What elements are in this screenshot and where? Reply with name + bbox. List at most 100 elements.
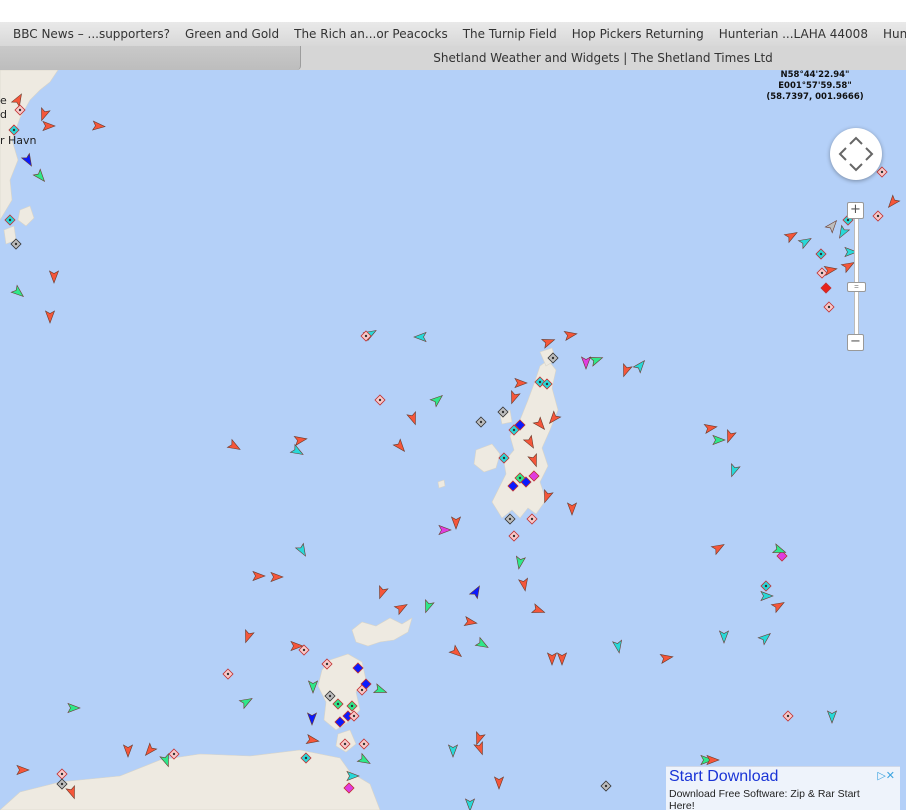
vessel-cargo-icon[interactable]: [10, 284, 26, 300]
vessel-tanker-icon[interactable]: [493, 776, 505, 790]
vessel-cargo-icon[interactable]: [32, 168, 48, 184]
bookmark-hunterian-1[interactable]: Hunterian ...LAHA 44008: [712, 27, 876, 41]
vessel-cargo-icon[interactable]: [372, 683, 388, 697]
vessel-tanker-icon[interactable]: [44, 310, 56, 324]
vessel-tanker-icon[interactable]: [226, 438, 242, 454]
map-view[interactable]: N58°44'22.94" E001°57'59.58" (58.7397, 0…: [0, 70, 906, 810]
bookmark-bbc-news[interactable]: BBC News – ...supporters?: [0, 27, 178, 41]
vessel-tug_special-icon[interactable]: [294, 542, 310, 558]
vessel-dot-icon: [530, 517, 534, 521]
map-canvas[interactable]: [0, 70, 906, 810]
vessel-tug_special-icon[interactable]: [797, 235, 813, 250]
vessel-tanker-icon[interactable]: [566, 502, 578, 516]
vessel-cargo-icon[interactable]: [356, 752, 372, 768]
vessel-tug_special-icon[interactable]: [612, 639, 624, 654]
vessel-tanker-icon[interactable]: [507, 389, 521, 405]
vessel-tanker-icon[interactable]: [563, 329, 578, 341]
pan-control[interactable]: [830, 128, 882, 180]
vessel-markers: [4, 93, 901, 810]
vessel-tug_special-icon[interactable]: [836, 224, 851, 240]
vessel-passenger-icon[interactable]: [306, 712, 318, 726]
vessel-tanker-icon[interactable]: [770, 599, 786, 614]
vessel-cargo-icon[interactable]: [421, 598, 435, 614]
vessel-tug_special-icon[interactable]: [464, 798, 476, 810]
bookmark-rich-peacocks[interactable]: The Rich an...or Peacocks: [287, 27, 456, 41]
vessel-tanker-icon[interactable]: [450, 516, 462, 530]
tab-active[interactable]: Shetland Weather and Widgets | The Shetl…: [300, 46, 906, 70]
zoom-slider-handle[interactable]: =: [847, 282, 866, 292]
vessel-tanker-icon[interactable]: [710, 541, 726, 556]
vessel-tanker-icon[interactable]: [703, 422, 718, 434]
vessel-tanker-icon[interactable]: [540, 335, 556, 349]
vessel-dot-icon: [551, 356, 555, 360]
vessel-tanker-icon[interactable]: [659, 652, 674, 664]
zoom-out-button[interactable]: −: [847, 334, 864, 351]
vessel-tanker-icon[interactable]: [448, 644, 464, 660]
zoom-slider-track[interactable]: [854, 216, 859, 344]
vessel-tanker-icon[interactable]: [473, 740, 487, 756]
vessel-tug_special-icon[interactable]: [826, 710, 838, 724]
vessel-tug_special-icon[interactable]: [289, 443, 305, 459]
vessel-tug_special-icon[interactable]: [447, 744, 459, 758]
vessel-tanker-icon[interactable]: [472, 730, 486, 746]
vessel-cargo-icon[interactable]: [588, 353, 604, 367]
vessel-tug_special-icon[interactable]: [757, 630, 773, 646]
vessel-tanker-icon[interactable]: [270, 571, 284, 583]
vessel-tanker-icon[interactable]: [885, 194, 901, 210]
vessel-tug_special-icon[interactable]: [413, 331, 427, 343]
vessel-tug_special-icon[interactable]: [632, 358, 648, 374]
vessel-tanker-icon[interactable]: [48, 270, 60, 284]
vessel-tanker-icon[interactable]: [375, 584, 389, 600]
vessel-pleasure-icon[interactable]: [438, 524, 452, 536]
vessel-tanker-icon[interactable]: [252, 570, 266, 582]
vessel-tanker-icon[interactable]: [241, 628, 255, 644]
vessel-tanker-icon[interactable]: [305, 734, 320, 746]
vessel-passenger-icon[interactable]: [20, 152, 36, 168]
vessel-dot-icon: [362, 742, 366, 746]
vessel-tanker-icon[interactable]: [91, 120, 106, 131]
vessel-tug_special-icon[interactable]: [727, 462, 741, 478]
bookmark-green-and-gold[interactable]: Green and Gold: [178, 27, 287, 41]
vessel-tanker-icon[interactable]: [514, 377, 528, 389]
vessel-tanker-icon[interactable]: [463, 616, 478, 628]
vessel-tanker-icon[interactable]: [122, 744, 134, 758]
ad-title-link[interactable]: Start Download: [669, 768, 778, 786]
vessel-tanker-icon[interactable]: [530, 603, 546, 617]
vessel-cargo-icon[interactable]: [712, 434, 726, 446]
vessel-tug_special-icon[interactable]: [718, 630, 730, 644]
vessel-tanker-icon[interactable]: [42, 120, 56, 132]
vessel-tanker-icon[interactable]: [393, 601, 409, 616]
vessel-red-stationary-icon[interactable]: [820, 282, 832, 294]
bookmark-turnip-field[interactable]: The Turnip Field: [456, 27, 565, 41]
vessel-tanker-icon[interactable]: [406, 410, 420, 426]
vessel-tanker-icon[interactable]: [619, 362, 633, 378]
vessel-dot-icon: [364, 334, 368, 338]
ad-banner[interactable]: Start Download Download Free Software: Z…: [666, 766, 900, 810]
vessel-tanker-icon[interactable]: [142, 742, 158, 758]
vessel-tanker-icon[interactable]: [293, 434, 308, 446]
vessel-tanker-icon[interactable]: [16, 764, 30, 776]
vessel-pleasure-icon[interactable]: [580, 356, 592, 370]
zoom-in-button[interactable]: +: [847, 202, 864, 219]
vessel-cargo-icon[interactable]: [238, 695, 254, 710]
vessel-passenger-icon[interactable]: [468, 584, 484, 600]
vessel-cargo-icon[interactable]: [474, 636, 490, 652]
bookmark-hunterian-2[interactable]: Hunterian: [876, 27, 906, 41]
bookmark-hop-pickers[interactable]: Hop Pickers Returning: [565, 27, 712, 41]
vessel-cargo-icon[interactable]: [67, 702, 81, 714]
vessel-unknown-icon[interactable]: [824, 218, 840, 234]
vessel-tanker-icon[interactable]: [546, 652, 558, 666]
adchoices-icon[interactable]: ▷✕: [877, 769, 895, 782]
vessel-tanker-icon[interactable]: [783, 229, 799, 244]
vessel-tug_special-icon[interactable]: [760, 590, 774, 602]
vessel-cargo-icon[interactable]: [429, 392, 445, 408]
vessel-tanker-icon[interactable]: [392, 438, 408, 454]
vessel-cargo-icon[interactable]: [514, 555, 526, 570]
vessel-cargo-icon[interactable]: [307, 680, 319, 694]
vessel-tanker-icon[interactable]: [518, 577, 530, 592]
tab-inactive[interactable]: [0, 46, 301, 70]
tab-bar: Shetland Weather and Widgets | The Shetl…: [0, 46, 906, 71]
vessel-tanker-icon[interactable]: [723, 428, 737, 444]
vessel-tanker-icon[interactable]: [556, 652, 568, 666]
vessel-tanker-icon[interactable]: [37, 106, 51, 122]
